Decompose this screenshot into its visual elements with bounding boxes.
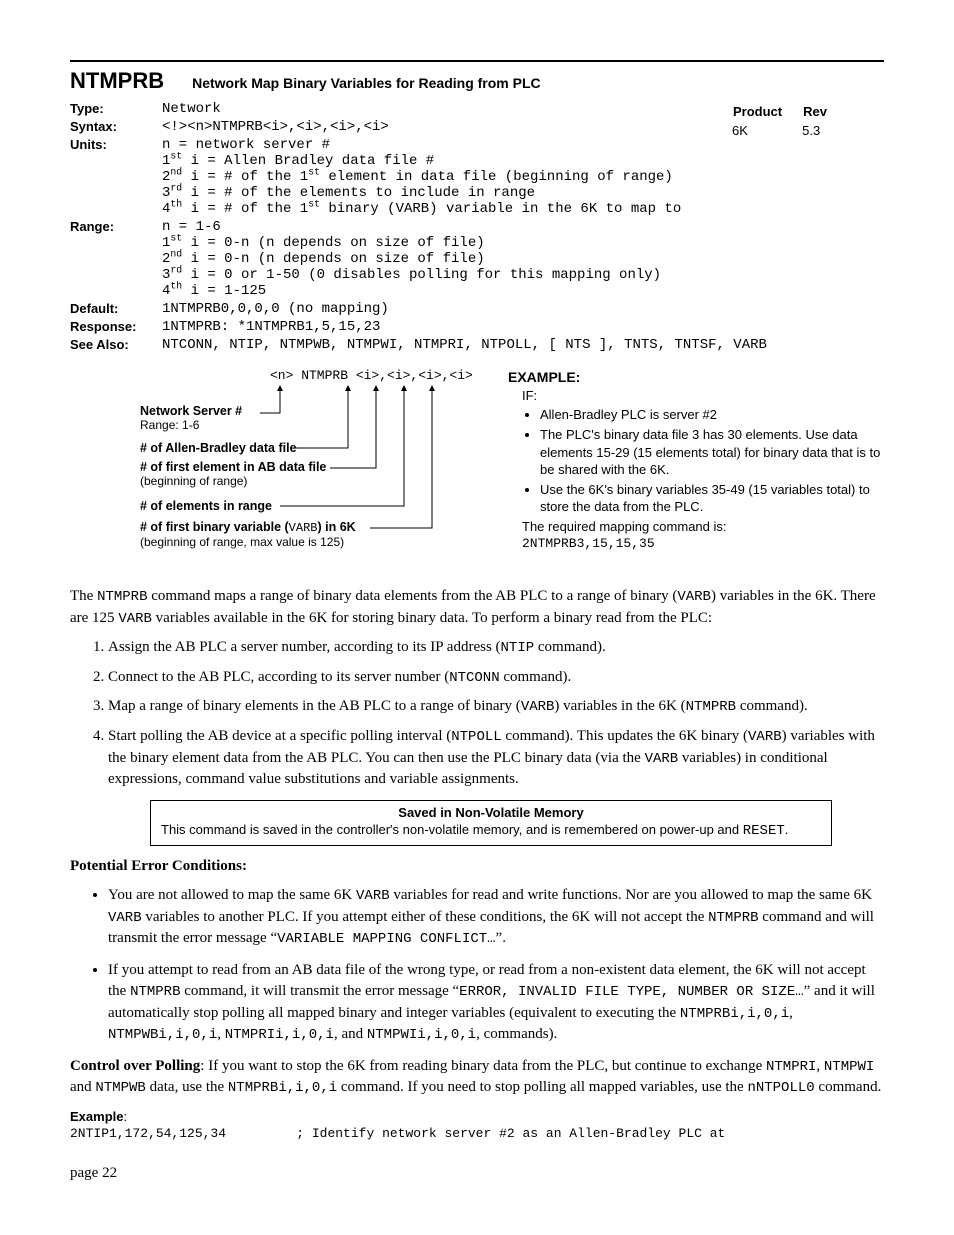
seealso-label: See Also: [70, 336, 162, 354]
product-rev-table: ProductRev 6K5.3 [730, 101, 847, 141]
response-label: Response: [70, 318, 162, 336]
diagram-label-server: Network Server # [140, 404, 242, 418]
units-value: n = network server # 1st i = Allen Bradl… [162, 136, 730, 218]
errors-heading: Potential Error Conditions: [70, 856, 884, 877]
command-title: Network Map Binary Variables for Reading… [192, 75, 541, 91]
diagram-and-example: <n> NTMPRB <i>,<i>,<i>,<i> Network Serve… [70, 368, 884, 568]
step-item: Connect to the AB PLC, according to its … [108, 667, 884, 689]
polling-paragraph: Control over Polling: If you want to sto… [70, 1056, 884, 1099]
command-header: NTMPRB Network Map Binary Variables for … [70, 68, 884, 94]
code-example: Example: 2NTIP1,172,54,125,34 ; Identify… [70, 1109, 884, 1141]
command-name: NTMPRB [70, 68, 164, 94]
top-rule [70, 60, 884, 62]
page-number: page 22 [70, 1165, 884, 1182]
type-label: Type: [70, 100, 162, 118]
error-item: You are not allowed to map the same 6K V… [108, 885, 884, 950]
syntax-diagram: <n> NTMPRB <i>,<i>,<i>,<i> Network Serve… [70, 368, 490, 568]
example-required: The required mapping command is: [522, 518, 884, 536]
diagram-label-num-elem: # of elements in range [140, 499, 272, 513]
seealso-value: NTCONN, NTIP, NTMPWB, NTMPWI, NTMPRI, NT… [162, 336, 884, 354]
code-line: 2NTIP1,172,54,125,34 ; Identify network … [70, 1126, 884, 1141]
example-bullet: Use the 6K's binary variables 35-49 (15 … [540, 481, 884, 516]
range-label: Range: [70, 218, 162, 300]
type-value: Network [162, 100, 730, 118]
diagram-label-first-elem: # of first element in AB data file [140, 460, 326, 474]
step-item: Map a range of binary elements in the AB… [108, 696, 884, 718]
example-block: EXAMPLE: IF: Allen-Bradley PLC is server… [508, 368, 884, 568]
example-bullet: The PLC's binary data file 3 has 30 elem… [540, 426, 884, 479]
range-value: n = 1-6 1st i = 0-n (n depends on size o… [162, 218, 884, 300]
step-item: Assign the AB PLC a server number, accor… [108, 637, 884, 659]
diagram-label-file: # of Allen-Bradley data file [140, 441, 297, 455]
intro-paragraph: The NTMPRB command maps a range of binar… [70, 586, 884, 629]
example-heading: EXAMPLE: [508, 368, 884, 387]
step-item: Start polling the AB device at a specifi… [108, 726, 884, 790]
units-label: Units: [70, 136, 162, 218]
example-if: IF: [522, 387, 884, 405]
errors-list: You are not allowed to map the same 6K V… [108, 885, 884, 1046]
steps-list: Assign the AB PLC a server number, accor… [108, 637, 884, 790]
error-item: If you attempt to read from an AB data f… [108, 960, 884, 1046]
example-bullet: Allen-Bradley PLC is server #2 [540, 406, 884, 424]
spec-table: Type: Network ProductRev 6K5.3 Syntax: <… [70, 100, 884, 354]
default-value: 1NTMPRB0,0,0,0 (no mapping) [162, 300, 884, 318]
nonvolatile-box: Saved in Non-Volatile Memory This comman… [150, 800, 832, 846]
nv-title: Saved in Non-Volatile Memory [161, 805, 821, 820]
example-command: 2NTMPRB3,15,15,35 [522, 535, 884, 553]
syntax-value: <!><n>NTMPRB<i>,<i>,<i>,<i> [162, 118, 730, 136]
syntax-label: Syntax: [70, 118, 162, 136]
default-label: Default: [70, 300, 162, 318]
response-value: 1NTMPRB: *1NTMPRB1,5,15,23 [162, 318, 884, 336]
